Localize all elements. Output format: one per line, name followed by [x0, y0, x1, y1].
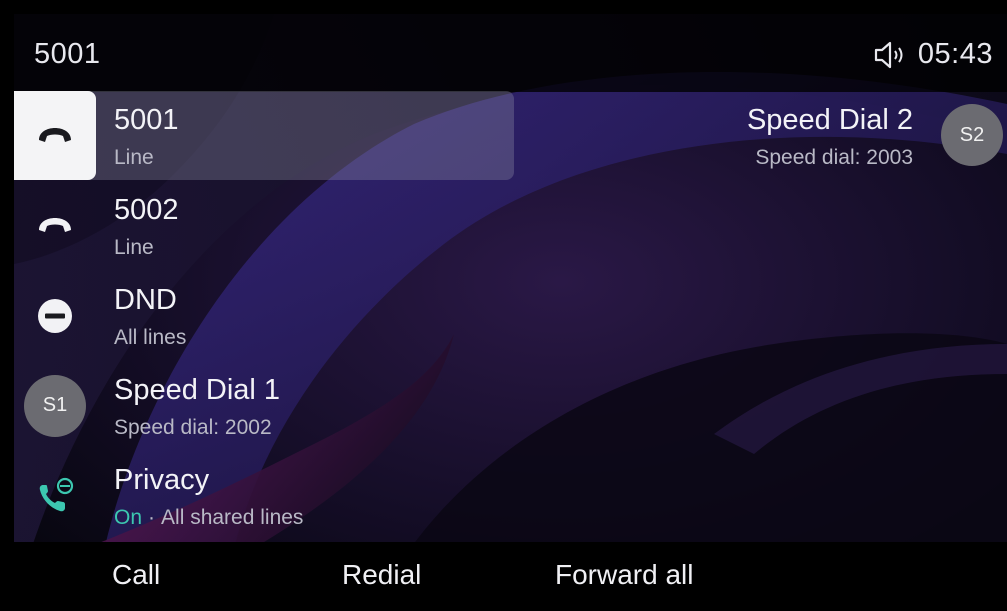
- phone-frame: 5001 05:43 5001 Line 5002 Line DND All l…: [0, 0, 1007, 611]
- line-key-sub: Line: [114, 146, 154, 169]
- do-not-disturb-icon: [38, 298, 72, 333]
- avatar: S2: [941, 104, 1003, 166]
- line-key-icon-box: [14, 181, 96, 270]
- avatar: S1: [24, 374, 86, 437]
- line-key-label: DND: [114, 284, 177, 316]
- line-key-5001[interactable]: 5001 Line: [14, 90, 514, 180]
- line-key-sub: Speed dial: 2002: [114, 416, 272, 439]
- line-key-privacy[interactable]: Privacy On · All shared lines: [14, 450, 514, 540]
- line-key-label: Privacy: [114, 464, 210, 496]
- privacy-state: On: [114, 506, 143, 529]
- speed-dial-label: Speed Dial 2: [746, 104, 913, 136]
- header-line-number: 5001: [34, 38, 101, 70]
- phone-screen: 5001 05:43 5001 Line 5002 Line DND All l…: [14, 14, 1007, 609]
- line-key-dnd[interactable]: DND All lines: [14, 270, 514, 360]
- separator-dot: ·: [148, 506, 156, 529]
- line-key-sub: On · All shared lines: [114, 506, 303, 530]
- line-key-label: 5002: [114, 194, 179, 226]
- clock: 05:43: [917, 38, 993, 70]
- speed-dial-number: Speed dial: 2003: [755, 146, 913, 169]
- status-area: 05:43: [872, 38, 993, 71]
- handset-icon: [39, 217, 71, 232]
- speaker-icon: [874, 41, 903, 68]
- line-key-label: Speed Dial 1: [114, 374, 281, 406]
- line-key-speed-dial-1[interactable]: S1 Speed Dial 1 Speed dial: 2002: [14, 360, 514, 450]
- line-key-sub: All lines: [114, 326, 187, 349]
- privacy-phone-icon: [39, 477, 74, 511]
- line-key-icon-box: S1: [14, 361, 96, 450]
- line-key-icon-box: [14, 271, 96, 360]
- line-key-icon-box: [14, 91, 96, 180]
- softkey-call[interactable]: Call: [112, 559, 160, 591]
- line-key-label: 5001: [114, 104, 179, 136]
- speed-dial-2[interactable]: Speed Dial 2 Speed dial: 2003 S2: [614, 90, 1007, 180]
- softkey-bar: Call Redial Forward all: [14, 542, 1007, 609]
- privacy-scope: All shared lines: [161, 506, 304, 529]
- line-key-icon-box: [14, 451, 96, 540]
- line-key-5002[interactable]: 5002 Line: [14, 180, 514, 270]
- handset-icon: [39, 127, 71, 142]
- softkey-redial[interactable]: Redial: [342, 559, 421, 591]
- status-bar: 5001 05:43: [14, 14, 1007, 92]
- line-key-sub: Line: [114, 236, 154, 259]
- softkey-forward-all[interactable]: Forward all: [555, 559, 693, 591]
